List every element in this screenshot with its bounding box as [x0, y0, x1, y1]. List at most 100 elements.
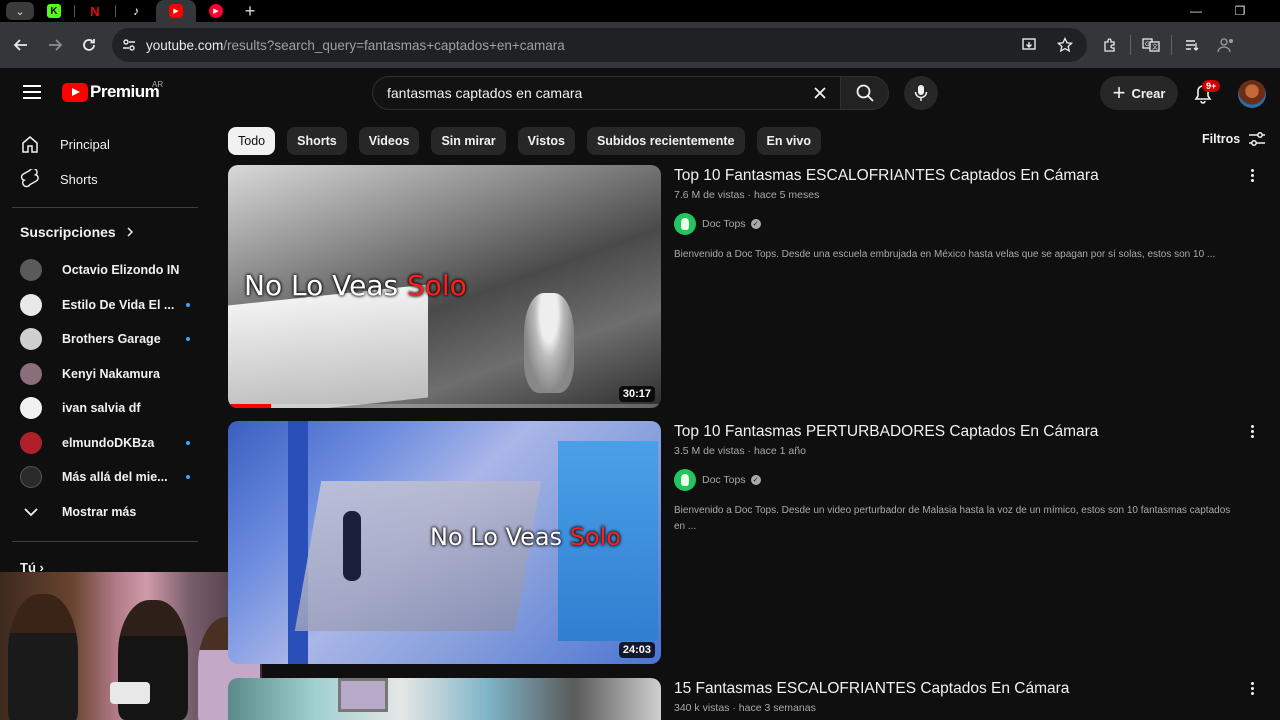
site-info-icon[interactable] — [112, 37, 146, 53]
chevron-right-icon — [127, 227, 133, 237]
tab-kick[interactable]: K — [34, 0, 74, 22]
channel-avatar — [20, 328, 42, 350]
voice-search-button[interactable] — [904, 76, 938, 110]
back-button[interactable] — [4, 28, 38, 62]
channel-avatar — [674, 213, 696, 235]
channel-link[interactable]: Doc Tops ✓ — [674, 213, 761, 235]
profile-icon[interactable] — [1212, 31, 1240, 59]
youtube-play-logo-icon — [62, 82, 88, 102]
sidebar-divider — [12, 207, 198, 208]
tab-tiktok[interactable]: ♪ — [116, 0, 156, 22]
reload-button[interactable] — [72, 28, 106, 62]
subscription-name: Estilo De Vida El ... — [62, 298, 175, 312]
search-button[interactable] — [840, 76, 889, 110]
chevron-down-icon — [24, 508, 38, 517]
video-title[interactable]: Top 10 Fantasmas PERTURBADORES Captados … — [674, 423, 1098, 441]
url-host: youtube.com — [146, 37, 224, 53]
video-thumbnail[interactable] — [228, 678, 661, 720]
subscription-item[interactable]: ivan salvia df — [20, 394, 196, 422]
video-thumbnail[interactable]: No Lo Veas Solo 30:17 — [228, 165, 661, 408]
sidebar-item-principal[interactable]: Principal — [12, 127, 198, 161]
subscription-name: Brothers Garage — [62, 332, 161, 346]
video-result[interactable]: No Lo Veas Solo 30:17 Top 10 Fantasmas E… — [228, 165, 1268, 409]
tiktok-favicon-icon: ♪ — [133, 4, 139, 18]
extensions-puzzle-icon[interactable] — [1096, 31, 1124, 59]
channel-avatar — [20, 397, 42, 419]
new-content-dot — [186, 475, 190, 479]
channel-link[interactable]: Doc Tops ✓ — [674, 469, 761, 491]
subscriptions-heading[interactable]: Suscripciones — [20, 224, 134, 240]
filter-sliders-icon — [1249, 132, 1266, 146]
chip-videos[interactable]: Videos — [358, 127, 420, 155]
tab-youtube-music[interactable]: ▶ — [196, 0, 236, 22]
filters-button[interactable]: Filtros — [1202, 131, 1266, 147]
restore-button[interactable]: ❐ — [1218, 0, 1262, 22]
more-actions-icon[interactable] — [1246, 421, 1258, 441]
channel-avatar — [20, 294, 42, 316]
webcam-overlay — [0, 572, 262, 720]
channel-avatar — [20, 466, 42, 488]
chip-en-vivo[interactable]: En vivo — [756, 127, 821, 155]
kick-favicon-icon: K — [47, 4, 61, 18]
video-thumbnail[interactable]: No Lo Veas Solo 24:03 — [228, 421, 661, 664]
browser-tab-strip: ⌄ K N ♪ ▶ ▶ + — ❐ — [0, 0, 1280, 22]
more-actions-icon[interactable] — [1246, 678, 1258, 698]
verified-check-icon: ✓ — [750, 475, 761, 485]
install-app-icon[interactable] — [1015, 31, 1043, 59]
subscription-item[interactable]: Estilo De Vida El ... — [20, 291, 196, 319]
minimize-button[interactable]: — — [1174, 0, 1218, 22]
bookmark-star-icon[interactable] — [1051, 31, 1079, 59]
thumbnail-figure — [343, 511, 361, 581]
subscription-item[interactable]: elmundoDKBza — [20, 429, 196, 457]
logo-text: Premium — [90, 82, 160, 101]
netflix-favicon-icon: N — [90, 3, 100, 19]
account-avatar[interactable] — [1238, 80, 1266, 108]
clear-search-icon[interactable] — [808, 81, 832, 105]
video-description: Bienvenido a Doc Tops. Desde un video pe… — [674, 505, 1231, 532]
reading-list-icon[interactable] — [1178, 31, 1206, 59]
video-result[interactable]: No Lo Veas Solo 24:03 Top 10 Fantasmas P… — [228, 421, 1268, 665]
subscription-item[interactable]: Octavio Elizondo IN... — [20, 256, 196, 284]
search-input[interactable]: fantasmas captados en camara — [372, 76, 840, 110]
sidebar-item-shorts[interactable]: Shorts — [12, 162, 198, 196]
tab-search-dropdown[interactable]: ⌄ — [6, 2, 34, 20]
channel-avatar — [20, 259, 42, 281]
filters-label: Filtros — [1202, 132, 1241, 146]
thumbnail-overlay-text: No Lo Veas Solo — [430, 523, 621, 551]
subscription-name: Octavio Elizondo IN... — [62, 263, 180, 277]
chip-todo[interactable]: Todo — [228, 127, 276, 155]
chip-vistos[interactable]: Vistos — [517, 127, 575, 155]
toolbar-divider — [1130, 35, 1131, 55]
subscription-item[interactable]: Brothers Garage — [20, 325, 196, 353]
address-bar[interactable]: youtube.com/results?search_query=fantasm… — [112, 28, 1087, 62]
sidebar-item-label: Shorts — [60, 171, 98, 187]
tab-netflix[interactable]: N — [75, 0, 115, 22]
home-icon — [10, 134, 50, 154]
subscription-item[interactable]: Kenyi Nakamura — [20, 360, 196, 388]
video-title[interactable]: 15 Fantasmas ESCALOFRIANTES Captados En … — [674, 680, 1069, 698]
chip-sin-mirar[interactable]: Sin mirar — [431, 127, 506, 155]
svg-text:文: 文 — [1152, 43, 1158, 51]
country-code: AR — [152, 80, 164, 89]
chip-shorts[interactable]: Shorts — [287, 127, 347, 155]
more-actions-icon[interactable] — [1246, 165, 1258, 185]
create-button[interactable]: + Crear — [1100, 76, 1178, 110]
watch-progress-track — [228, 404, 661, 408]
tab-youtube-active[interactable]: ▶ — [156, 0, 196, 22]
forward-arrow-icon — [49, 39, 63, 51]
youtube-premium-logo[interactable]: Premium — [62, 82, 160, 102]
new-tab-button[interactable]: + — [236, 1, 264, 22]
video-meta: 3.5 M de vistas · hace 1 año — [674, 445, 806, 457]
video-title[interactable]: Top 10 Fantasmas ESCALOFRIANTES Captados… — [674, 167, 1099, 185]
translate-icon[interactable]: G文 — [1137, 31, 1165, 59]
forward-button[interactable] — [38, 28, 72, 62]
sidebar-item-label: Principal — [60, 136, 110, 152]
reload-icon — [83, 39, 95, 51]
menu-hamburger-icon[interactable] — [20, 82, 44, 104]
subscription-item[interactable]: Más allá del mie... — [20, 463, 196, 491]
video-result[interactable]: 15 Fantasmas ESCALOFRIANTES Captados En … — [228, 678, 1268, 720]
channel-name: Doc Tops — [702, 474, 746, 486]
show-more-button[interactable]: Mostrar más — [20, 498, 196, 526]
chip-subidos-recientemente[interactable]: Subidos recientemente — [586, 127, 745, 155]
subscription-name: elmundoDKBza — [62, 436, 155, 450]
